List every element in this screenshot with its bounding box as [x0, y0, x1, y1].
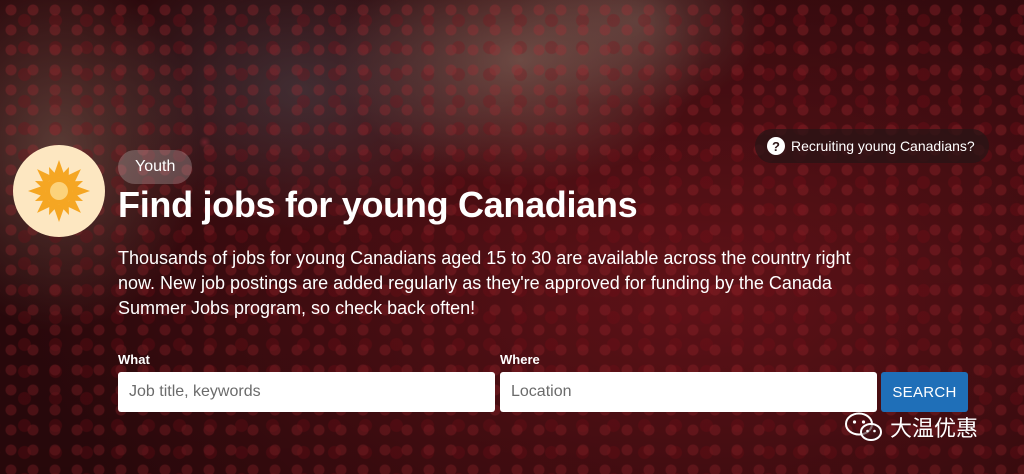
page-title: Find jobs for young Canadians [118, 184, 638, 225]
question-circle-icon: ? [767, 137, 785, 155]
what-label: What [118, 352, 150, 367]
youth-category-logo [13, 145, 105, 237]
watermark: 大温优惠 [844, 411, 978, 443]
wechat-icon [845, 412, 882, 441]
recruiting-link-label: Recruiting young Canadians? [791, 138, 975, 154]
what-search-input[interactable] [118, 372, 495, 412]
watermark-text: 大温优惠 [890, 416, 979, 441]
search-button[interactable]: SEARCH [881, 372, 968, 412]
hero-description: Thousands of jobs for young Canadians ag… [118, 248, 851, 318]
category-tag-youth[interactable]: Youth [118, 150, 193, 184]
sun-icon [28, 160, 90, 222]
location-search-input[interactable] [500, 372, 877, 412]
where-label: Where [500, 352, 540, 367]
recruiting-link[interactable]: ? Recruiting young Canadians? [755, 129, 989, 163]
